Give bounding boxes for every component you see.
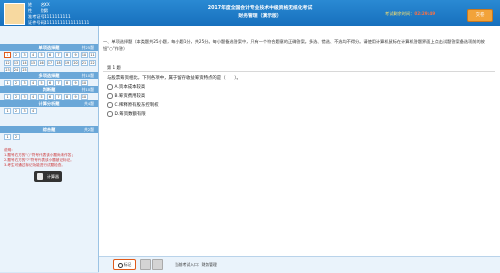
- section-count: 共25题: [81, 45, 94, 50]
- candidate-avatar: [4, 3, 25, 25]
- question-cell[interactable]: 22: [89, 59, 96, 66]
- question-cell[interactable]: 15: [29, 59, 37, 66]
- mark-checkbox-icon: [117, 262, 123, 268]
- status-text: 当前考试入口：财务管理: [175, 262, 217, 267]
- question-cell[interactable]: 12: [4, 59, 11, 66]
- legend: 说明： 1.题号右方的"○"符号代表该小题尚未作答； 2.题号右方的"?"符号代…: [4, 148, 96, 168]
- section-header: 单项选择题 共25题: [0, 44, 98, 51]
- question-cell[interactable]: 3: [21, 108, 28, 114]
- mark-button[interactable]: 标记: [113, 259, 136, 270]
- question-cell[interactable]: 2: [12, 52, 20, 58]
- radio-icon: [107, 111, 113, 117]
- timer: 考试剩余时间：02:29:49: [385, 11, 435, 17]
- question-cell[interactable]: 3: [21, 52, 28, 58]
- section-count: 共10题: [81, 73, 94, 78]
- question-cell[interactable]: 14: [21, 59, 28, 66]
- timer-label: 考试剩余时间：: [385, 11, 415, 16]
- question-cell[interactable]: 4: [29, 108, 37, 114]
- question-grid: 1 2 3 4 5 6 7 8 9 10 11 12 13 14 15 16 17 18 19 20 21 22 23 24 2…: [4, 52, 96, 73]
- radio-icon: [107, 102, 113, 108]
- question-cell[interactable]: 18: [55, 59, 62, 66]
- next-question-button[interactable]: [152, 259, 163, 270]
- section-title: 多项选择题: [38, 73, 60, 78]
- question-cell[interactable]: 20: [72, 59, 79, 66]
- question-grid: 12: [4, 134, 96, 140]
- candidate-id: 11111111111111111: [44, 20, 90, 25]
- exam-title-line1: 2017年度全国会计专业技术中级资格无纸化考试: [207, 6, 313, 11]
- radio-icon: [107, 84, 113, 90]
- question-cell[interactable]: 11: [89, 52, 96, 58]
- question-cell[interactable]: 16: [38, 59, 45, 66]
- option-d[interactable]: D. 筹资数额有限: [107, 111, 146, 117]
- previous-question-button[interactable]: [140, 259, 151, 270]
- question-cell[interactable]: 1: [4, 108, 11, 114]
- candidate-gender: 男: [44, 8, 49, 13]
- timer-value: 02:29:49: [414, 11, 436, 16]
- section-count: 共4题: [83, 101, 94, 106]
- exam-title: 2017年度全国会计专业技术中级资格无纸化考试 财务管理（演示版）: [160, 5, 360, 21]
- option-c[interactable]: C. 稀释原有股东控制权: [107, 102, 159, 108]
- section-title: 综合题: [42, 127, 56, 132]
- calculator-button[interactable]: 计算器: [34, 171, 62, 182]
- question-text: 与股票筹资相比，下列各项中，属于留存收益筹资特点的是（ ）。: [107, 76, 241, 81]
- question-navigator: 单项选择题 共25题 1 2 3 4 5 6 7 8 9 10 11 12 13 14 15 16 17 18 19 20…: [0, 26, 99, 272]
- calculator-label: 计算器: [47, 174, 59, 179]
- section-header: 计算分析题 共4题: [0, 100, 98, 107]
- question-cell[interactable]: 1: [4, 52, 11, 58]
- candidate-exam-no: 1111111111: [44, 14, 71, 19]
- section-title: 单项选择题: [38, 45, 60, 50]
- section-title: 计算分析题: [38, 101, 60, 106]
- question-cell[interactable]: 5: [38, 52, 45, 58]
- question-cell[interactable]: 21: [80, 59, 88, 66]
- submit-exam-button[interactable]: 交卷: [467, 9, 493, 22]
- question-cell[interactable]: 7: [55, 52, 62, 58]
- option-a[interactable]: A. 资本成本较高: [107, 84, 145, 90]
- legend-line: 3.考生可通过标记功能进行试题检查。: [4, 163, 65, 167]
- question-cell[interactable]: 4: [29, 52, 37, 58]
- section-header: 判断题 共10题: [0, 86, 98, 93]
- section-instructions: 一、单项选择题（本类题共25小题，每小题1分，共25分。每小题备选答案中，只有一…: [103, 39, 485, 51]
- divider: [103, 71, 495, 72]
- question-cell[interactable]: 1: [4, 134, 11, 140]
- exam-title-line2: 财务管理（演示版）: [238, 14, 282, 19]
- question-cell[interactable]: 17: [46, 59, 54, 66]
- question-cell[interactable]: 2: [12, 108, 20, 114]
- question-grid: 1234: [4, 108, 96, 114]
- question-cell[interactable]: 6: [46, 52, 54, 58]
- question-cell[interactable]: 13: [12, 59, 20, 66]
- calculator-icon: [37, 173, 43, 180]
- section-header: 综合题 共2题: [0, 126, 98, 133]
- section-title: 判断题: [42, 87, 56, 92]
- candidate-name: XX: [44, 2, 50, 7]
- section-count: 共10题: [81, 87, 94, 92]
- question-cell[interactable]: 9: [72, 52, 79, 58]
- question-cell[interactable]: 10: [80, 52, 88, 58]
- question-cell[interactable]: 8: [63, 52, 71, 58]
- question-area: 一、单项选择题（本类题共25小题，每小题1分，共25分。每小题备选答案中，只有一…: [99, 26, 500, 273]
- section-count: 共2题: [83, 127, 94, 132]
- radio-icon: [107, 93, 113, 99]
- question-cell[interactable]: 2: [12, 134, 20, 140]
- section-header: 多项选择题 共10题: [0, 72, 98, 79]
- option-b[interactable]: B. 筹资费用较高: [107, 93, 145, 99]
- question-cell[interactable]: 19: [63, 59, 71, 66]
